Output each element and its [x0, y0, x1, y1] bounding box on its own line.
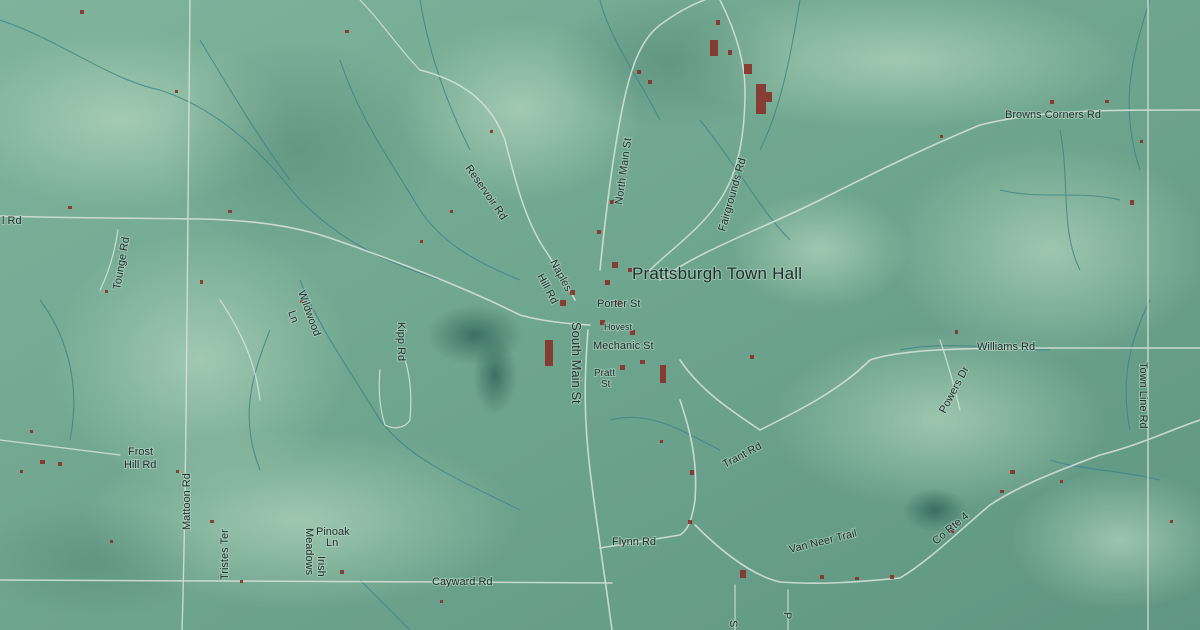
label-town-line-rd: Town Line Rd — [1137, 362, 1149, 429]
label-frost-hill-rd-line2: Hill Rd — [124, 459, 156, 471]
label-p-fragment: P — [781, 612, 793, 619]
label-irish-meadows-line2: Meadows — [303, 528, 315, 576]
map-view[interactable]: Prattsburgh Town Hall Browns Corners Rd … — [0, 0, 1200, 630]
label-pinoak-ln-line2: Ln — [326, 537, 338, 549]
label-prattsburgh-town-hall[interactable]: Prattsburgh Town Hall — [631, 263, 803, 284]
label-south-main-st: South Main St — [569, 322, 584, 404]
label-tristes-ter: Tristes Ter — [219, 529, 231, 580]
label-l-rd: l Rd — [2, 215, 22, 227]
label-mattoon-rd: Mattoon Rd — [181, 473, 193, 530]
label-porter-st: Porter St — [597, 298, 640, 310]
label-hovest: Hovest — [604, 322, 633, 332]
label-browns-corners-rd: Browns Corners Rd — [1005, 109, 1101, 121]
map-canvas: Prattsburgh Town Hall Browns Corners Rd … — [0, 0, 1200, 630]
label-mechanic-st: Mechanic St — [593, 340, 654, 352]
label-frost-hill-rd-line1: Frost — [128, 446, 153, 458]
label-s-fragment: S — [727, 620, 739, 627]
label-cayward-rd: Cayward Rd — [432, 576, 493, 588]
label-pratt-st-line1: Pratt — [594, 368, 615, 379]
label-pratt-st-line2: St — [601, 379, 611, 390]
label-kipp-rd: Kipp Rd — [395, 322, 407, 361]
label-flynn-rd: Flynn Rd — [612, 536, 656, 548]
label-williams-rd: Williams Rd — [977, 341, 1035, 353]
label-irish-meadows-line1: Irish — [315, 556, 327, 577]
